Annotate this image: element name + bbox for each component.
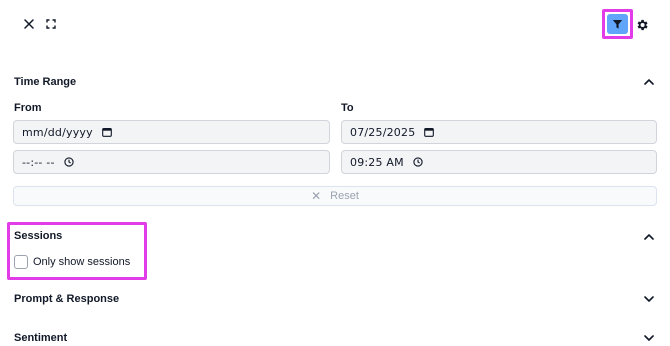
filter-panel: Time Range From To mm/dd/yyyy 07/25/2025… [0, 0, 670, 346]
from-label: From [14, 102, 42, 114]
close-icon[interactable] [22, 17, 36, 31]
from-time-input[interactable]: --:-- -- [13, 150, 330, 174]
chevron-up-icon[interactable] [642, 74, 656, 88]
expand-icon[interactable] [44, 17, 58, 31]
sessions-title: Sessions [14, 230, 63, 242]
to-date-value: 07/25/2025 [350, 125, 416, 139]
filter-button[interactable] [607, 14, 628, 34]
only-show-sessions-label[interactable]: Only show sessions [33, 256, 130, 268]
to-label: To [341, 102, 354, 114]
filter-icon [612, 19, 623, 29]
gear-icon[interactable] [634, 17, 650, 33]
close-icon: ✕ [311, 189, 322, 203]
chevron-up-icon[interactable] [642, 229, 656, 243]
reset-label: Reset [330, 190, 359, 202]
from-date-input[interactable]: mm/dd/yyyy [13, 120, 330, 144]
from-date-value: mm/dd/yyyy [22, 125, 93, 139]
reset-button[interactable]: ✕ Reset [13, 186, 657, 206]
clock-icon[interactable] [413, 157, 423, 167]
chevron-down-icon[interactable] [642, 331, 656, 345]
clock-icon[interactable] [63, 157, 74, 167]
only-show-sessions-checkbox[interactable] [14, 255, 28, 269]
to-time-input[interactable]: 09:25 AM [341, 150, 657, 174]
calendar-icon[interactable] [102, 127, 112, 137]
sentiment-title[interactable]: Sentiment [14, 332, 67, 344]
to-time-value: 09:25 AM [350, 155, 404, 169]
prompt-response-title[interactable]: Prompt & Response [14, 293, 119, 305]
chevron-down-icon[interactable] [642, 292, 656, 306]
time-range-title: Time Range [14, 76, 77, 88]
calendar-icon[interactable] [424, 127, 435, 137]
from-time-value: --:-- -- [22, 155, 55, 169]
to-date-input[interactable]: 07/25/2025 [341, 120, 657, 144]
